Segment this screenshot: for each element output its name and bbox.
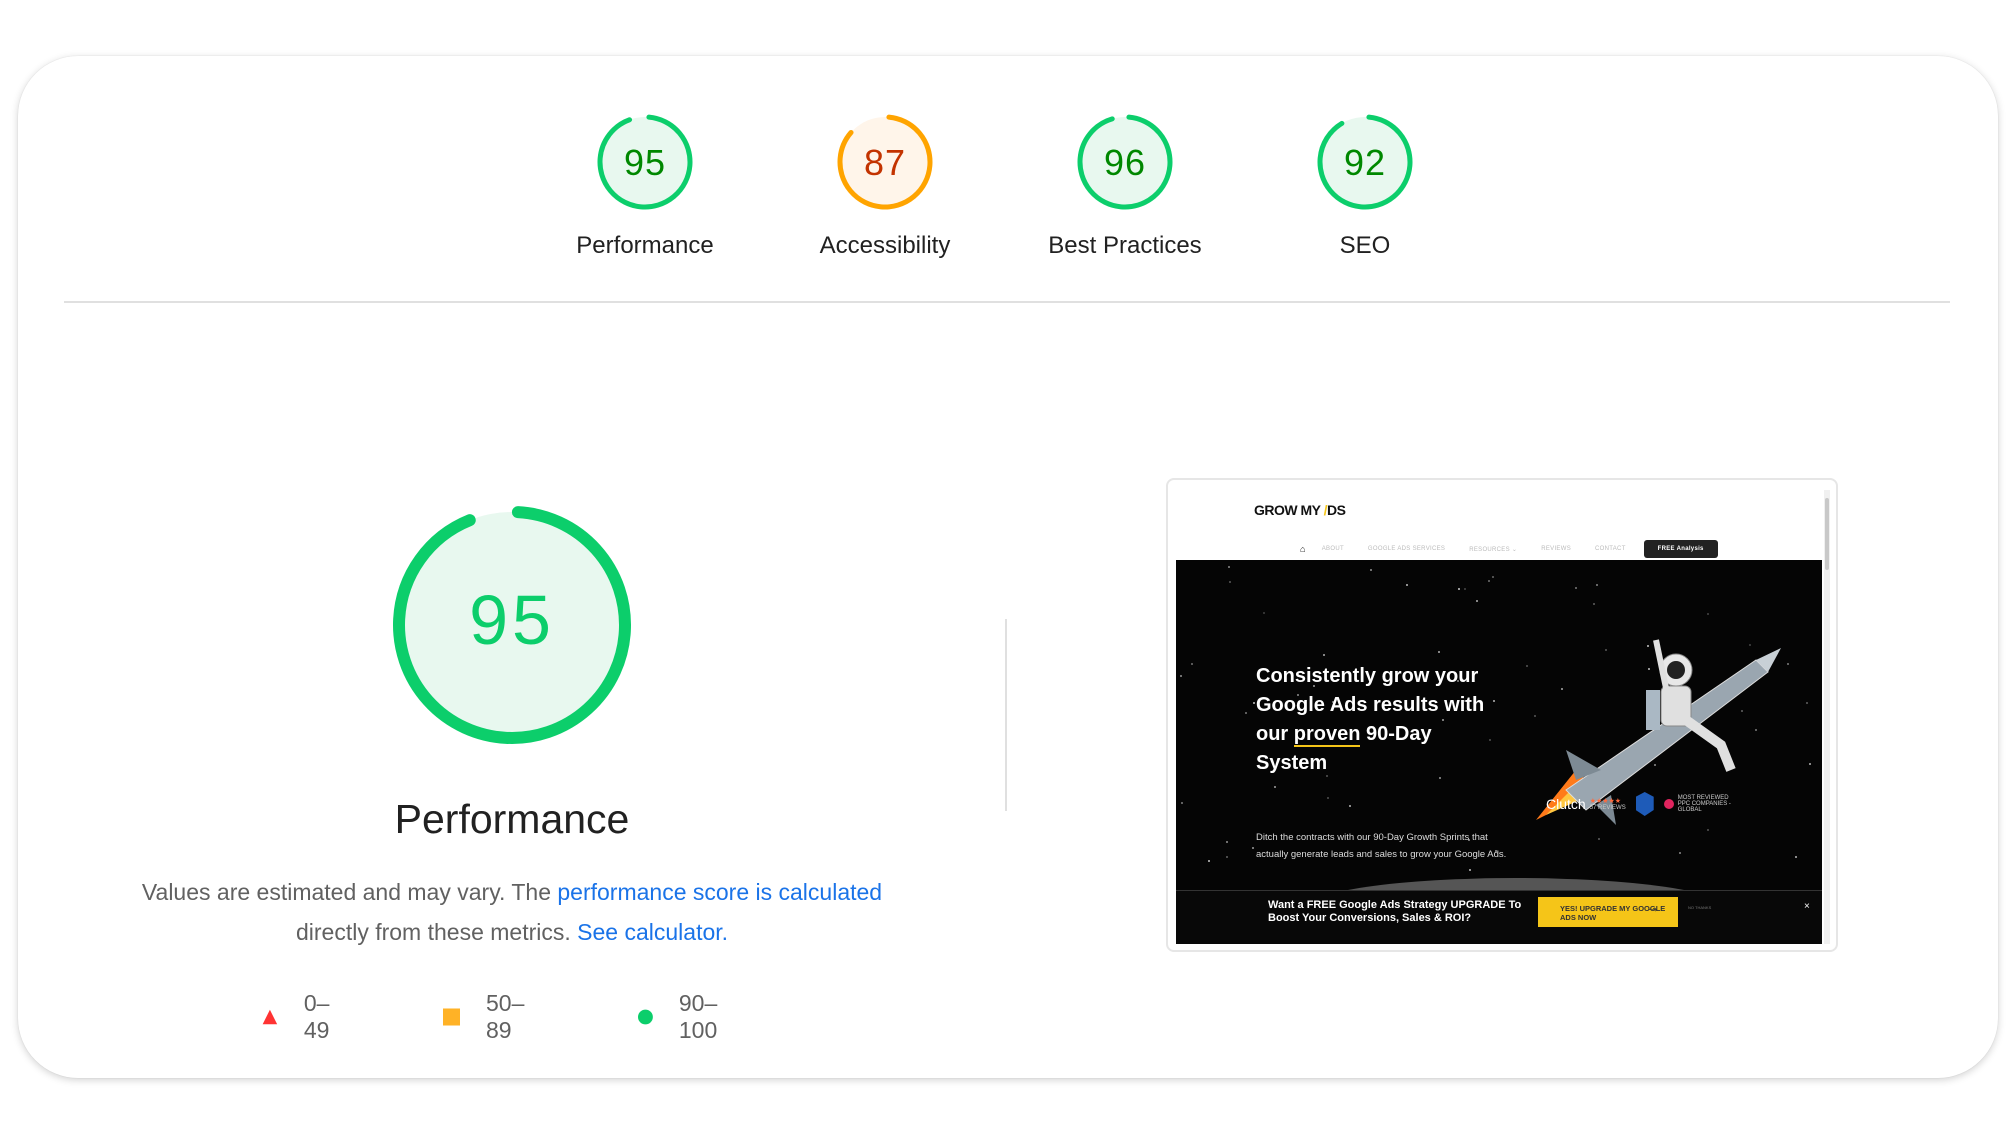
final-screenshot[interactable]: GROW MY /DS ⌂ ABOUT GOOGLE ADS SERVICES …: [1166, 478, 1838, 952]
star-dot: [1226, 856, 1228, 858]
category-gauge-accessibility[interactable]: 87 Accessibility: [785, 112, 985, 260]
performance-title: Performance: [394, 796, 630, 842]
star-dot: [1349, 805, 1351, 807]
square-icon: [443, 1008, 461, 1026]
nav-cta-button: FREE Analysis: [1643, 540, 1718, 558]
see-calculator-link[interactable]: See calculator.: [577, 919, 728, 945]
nav-item: ABOUT: [1321, 546, 1344, 552]
cta-bar: Want a FREE Google Ads Strategy UPGRADE …: [1176, 890, 1822, 944]
nav-item: RESOURCES ⌄: [1469, 546, 1518, 553]
star-dot: [1181, 802, 1183, 804]
star-dot: [1464, 588, 1466, 590]
performance-score: 95: [469, 581, 555, 659]
screenshot-page: GROW MY /DS ⌂ ABOUT GOOGLE ADS SERVICES …: [1176, 488, 1822, 944]
circle-icon: [638, 1009, 653, 1025]
performance-description: Values are estimated and may vary. The p…: [100, 872, 924, 952]
star-dot: [1252, 847, 1254, 849]
category-score: 95: [623, 142, 667, 183]
star-dot: [1438, 651, 1440, 653]
legend-item-average: 50–89: [443, 990, 531, 1044]
category-label: Best Practices: [1048, 232, 1202, 259]
ppc-badge-text: MOST REVIEWED PPC COMPANIES - GLOBAL: [1677, 795, 1731, 813]
star-dot: [1228, 566, 1230, 568]
performance-score-link[interactable]: performance score is calculated: [557, 879, 882, 905]
star-dot: [1245, 712, 1247, 714]
cta-bar-button: YES! UPGRADE MY GOOGLE ADS NOW →: [1538, 897, 1678, 927]
star-dot: [1795, 856, 1797, 858]
clutch-badge: Clutch: [1546, 796, 1586, 812]
horizontal-divider: [64, 301, 1950, 303]
star-dot: [1327, 797, 1329, 799]
clutch-rating: ★★★★★ 57 REVIEWS: [1589, 798, 1626, 811]
legend-range: 90–100: [678, 990, 718, 1043]
star-dot: [1406, 584, 1408, 586]
star-dot: [1469, 869, 1471, 871]
nav-item: GOOGLE ADS SERVICES: [1367, 546, 1446, 552]
category-label: SEO: [1339, 232, 1391, 259]
review-badges: Clutch ★★★★★ 57 REVIEWS MOST REVIEWED PPC…: [1546, 792, 1738, 816]
star-dot: [1180, 675, 1182, 677]
hero-subtext: Ditch the contracts with our 90-Day Grow…: [1256, 832, 1507, 860]
star-dot: [1492, 576, 1494, 578]
category-label: Accessibility: [819, 232, 951, 259]
legend-item-pass: 90–100: [638, 990, 726, 1044]
star-dot: [1707, 613, 1709, 615]
triangle-icon: [262, 1009, 278, 1025]
star-dot: [1476, 600, 1478, 602]
star-dot: [1575, 587, 1577, 589]
star-dot: [1263, 612, 1265, 614]
legend-range: 50–89: [486, 990, 525, 1043]
legend-range: 0–49: [303, 990, 330, 1043]
nav-item: REVIEWS: [1541, 546, 1571, 552]
hero-section: Consistently grow your Google Ads result…: [1176, 560, 1822, 890]
nav-item: CONTACT: [1595, 546, 1626, 552]
legend-item-fail: 0–49: [262, 990, 338, 1044]
star-dot: [1370, 569, 1372, 571]
star-dot: [1229, 581, 1231, 583]
star-dot: [1208, 860, 1210, 862]
star-dot: [1679, 852, 1681, 854]
star-dot: [1323, 654, 1325, 656]
star-dot: [1488, 580, 1490, 582]
description-text: Values are estimated and may vary. The: [141, 879, 558, 905]
no-thanks-link: NO THANKS: [1688, 905, 1712, 910]
moon-surface: [1306, 878, 1726, 890]
category-score: 96: [1103, 142, 1147, 183]
star-dot: [1253, 702, 1255, 704]
category-score: 92: [1343, 142, 1387, 183]
star-dot: [1226, 841, 1228, 843]
screenshot-scrollbar: [1824, 490, 1830, 944]
category-score: 87: [863, 142, 907, 183]
site-nav: ⌂ ABOUT GOOGLE ADS SERVICES RESOURCES ⌄ …: [1300, 540, 1718, 558]
home-icon: ⌂: [1300, 544, 1306, 554]
star-dot: [1191, 663, 1193, 665]
site-logo: GROW MY /DS: [1254, 502, 1346, 518]
star-dot: [1596, 584, 1598, 586]
star-dot: [1809, 763, 1811, 765]
category-label: Performance: [576, 232, 714, 259]
star-dot: [1593, 603, 1595, 605]
shield-badge-icon: [1635, 792, 1654, 816]
category-gauge-performance[interactable]: 95 Performance: [545, 112, 745, 260]
cta-bar-text: Want a FREE Google Ads Strategy UPGRADE …: [1268, 899, 1522, 924]
star-dot: [1274, 786, 1276, 788]
star-dot: [1458, 588, 1460, 590]
scrollbar-thumb: [1825, 498, 1829, 570]
vertical-divider: [1005, 619, 1007, 811]
close-icon: ×: [1804, 901, 1810, 912]
star-badge-icon: [1663, 799, 1674, 809]
star-dot: [1806, 702, 1808, 704]
category-gauge-best-practices[interactable]: 96 Best Practices: [1025, 112, 1225, 260]
arrow-right-icon: →: [1646, 899, 1660, 915]
hero-headline: Consistently grow your Google Ads result…: [1256, 665, 1485, 774]
category-gauge-seo[interactable]: 92 SEO: [1265, 112, 1465, 260]
description-text-2: directly from these metrics.: [295, 919, 578, 945]
